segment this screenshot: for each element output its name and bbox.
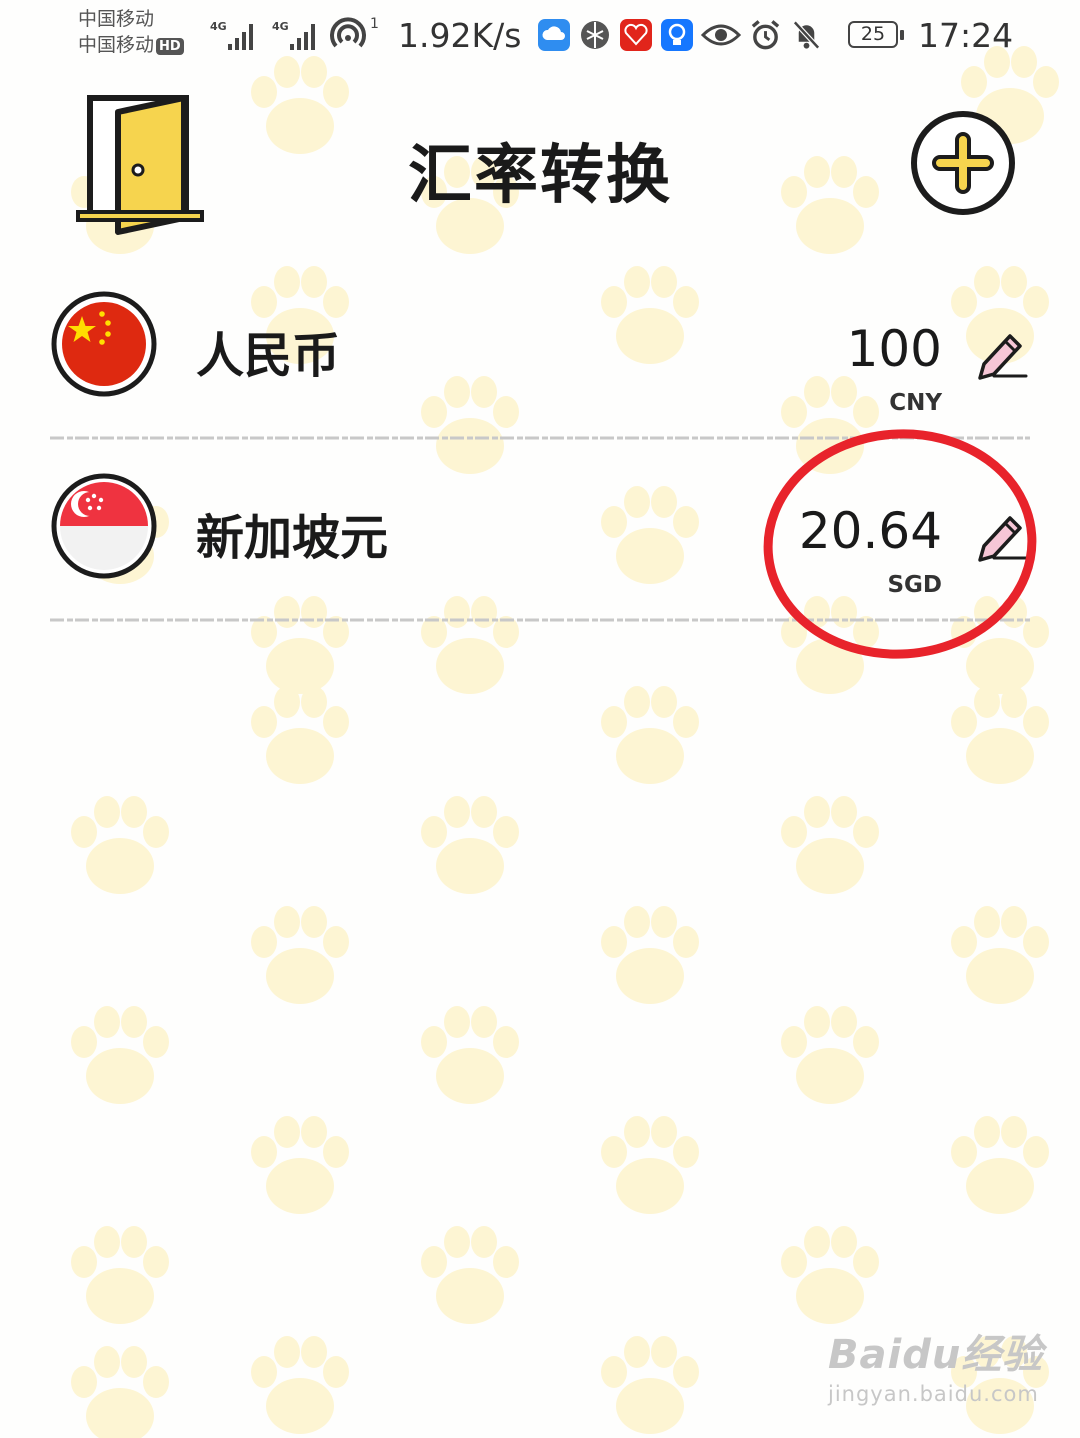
currency-row-cny[interactable]: 人民币 100 CNY bbox=[50, 290, 1030, 420]
app-header: 汇率转换 bbox=[0, 80, 1080, 240]
alarm-icon bbox=[749, 18, 782, 51]
currency-amount[interactable]: 100 bbox=[847, 320, 942, 378]
hotspot-count: 1 bbox=[370, 16, 379, 32]
currency-code: CNY bbox=[889, 390, 942, 416]
hotspot-icon: 1 bbox=[330, 16, 379, 48]
notification-icons bbox=[537, 18, 823, 51]
china-flag-icon bbox=[51, 291, 157, 397]
shopping-app-icon bbox=[619, 18, 652, 51]
battery-tip bbox=[900, 30, 904, 40]
signal-4g-icon: 4G bbox=[210, 20, 253, 50]
currency-row-sgd[interactable]: 新加坡元 20.64 SGD bbox=[50, 472, 1030, 602]
singapore-flag-icon bbox=[51, 473, 157, 579]
net-label-2: 4G bbox=[272, 20, 289, 33]
edit-pencil-icon[interactable] bbox=[974, 508, 1030, 564]
carrier-1: 中国移动 bbox=[78, 8, 155, 30]
signal-4g-icon-2: 4G bbox=[272, 20, 315, 50]
watermark-url: jingyan.baidu.com bbox=[828, 1382, 1039, 1406]
eye-icon bbox=[701, 18, 741, 51]
currency-code: SGD bbox=[887, 572, 942, 598]
bulb-app-icon bbox=[660, 18, 693, 51]
row-divider bbox=[50, 436, 1030, 440]
carrier-names: 中国移动 中国移动 HD bbox=[78, 6, 184, 58]
status-bar: 中国移动 中国移动 HD 4G 4G 1 1.92K/s 25 17:24 bbox=[0, 0, 1080, 78]
add-currency-button[interactable] bbox=[906, 108, 1020, 218]
net-label-1: 4G bbox=[210, 20, 227, 33]
carrier-2: 中国移动 bbox=[78, 34, 155, 56]
mute-bell-icon bbox=[790, 18, 823, 51]
edit-pencil-icon[interactable] bbox=[974, 326, 1030, 382]
battery-indicator: 25 bbox=[848, 21, 898, 48]
hd-badge: HD bbox=[156, 38, 184, 55]
currency-amount[interactable]: 20.64 bbox=[799, 502, 942, 560]
currency-name: 人民币 bbox=[196, 328, 341, 384]
cloud-app-icon bbox=[537, 18, 570, 51]
currency-name: 新加坡元 bbox=[196, 510, 389, 566]
browser-app-icon bbox=[578, 18, 611, 51]
network-speed: 1.92K/s bbox=[398, 16, 522, 55]
baidu-watermark: Baidu经验 jingyan.baidu.com bbox=[828, 1322, 1043, 1406]
clock: 17:24 bbox=[918, 16, 1014, 55]
watermark-logo: Baidu经验 bbox=[828, 1332, 1044, 1378]
row-divider bbox=[50, 618, 1030, 622]
